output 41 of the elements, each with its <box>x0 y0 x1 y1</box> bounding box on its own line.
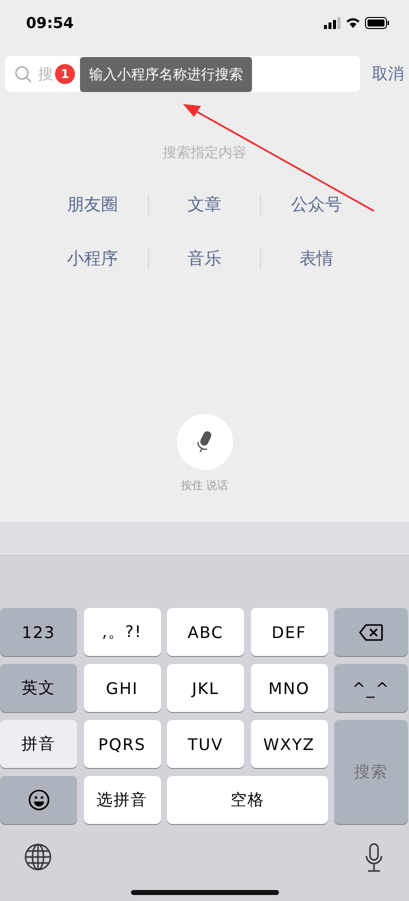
search-placeholder: 搜 <box>38 64 53 84</box>
globe-button[interactable] <box>24 843 52 871</box>
search-icon <box>15 66 32 82</box>
space-key[interactable]: 空格 <box>167 776 328 824</box>
emoji-key[interactable] <box>0 776 77 824</box>
category-link[interactable]: 朋友圈 <box>37 194 148 216</box>
globe-icon <box>24 843 52 871</box>
signal-icon <box>324 16 341 29</box>
smiley-icon <box>28 789 50 811</box>
category-link[interactable]: 公众号 <box>261 194 372 216</box>
category-link[interactable]: 文章 <box>149 194 260 216</box>
keyboard-key[interactable]: GHI <box>84 664 160 712</box>
category-link[interactable]: 小程序 <box>37 248 148 270</box>
keyboard-key[interactable]: DEF <box>250 608 328 656</box>
keyboard-key[interactable]: 123 <box>0 608 77 656</box>
keyboard-key[interactable]: WXYZ <box>250 720 328 768</box>
keyboard-key[interactable]: 拼音 <box>0 720 77 768</box>
dictation-button[interactable] <box>365 843 383 873</box>
status-time: 09:54 <box>26 14 74 32</box>
keyboard-key[interactable]: 选拼音 <box>84 776 160 824</box>
keyboard-key[interactable]: TUV <box>167 720 244 768</box>
section-title: 搜索指定内容 <box>162 144 248 162</box>
microphone-icon <box>365 843 383 873</box>
category-link[interactable]: 表情 <box>261 248 372 270</box>
wifi-icon <box>346 16 360 28</box>
tooltip: 输入小程序名称进行搜索 <box>80 57 252 92</box>
voice-label: 按住 说话 <box>180 478 228 493</box>
keyboard-key[interactable]: JKL <box>167 664 244 712</box>
keyboard-key[interactable]: ABC <box>167 608 244 656</box>
keyboard-key[interactable]: PQRS <box>84 720 160 768</box>
keyboard-key[interactable]: 英文 <box>0 664 77 712</box>
category-link[interactable]: 音乐 <box>149 248 260 270</box>
delete-key[interactable] <box>334 608 408 656</box>
backspace-icon <box>359 624 383 640</box>
search-field[interactable]: 搜 1 输入小程序名称进行搜索 <box>5 56 360 92</box>
keyboard-key[interactable]: MNO <box>250 664 328 712</box>
step-badge: 1 <box>55 64 75 84</box>
battery-icon <box>365 16 389 28</box>
cancel-button[interactable]: 取消 <box>372 64 404 84</box>
keyboard-key[interactable]: ,。?! <box>84 608 160 656</box>
keyboard-key[interactable]: ^_^ <box>334 664 408 712</box>
